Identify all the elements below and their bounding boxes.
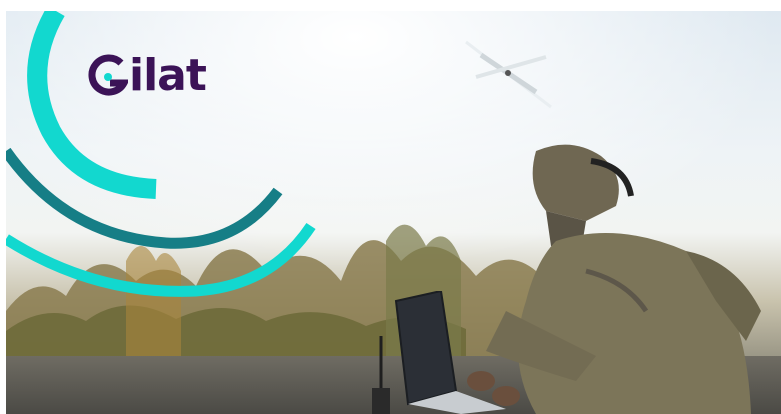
gilat-logo: ilat (88, 47, 207, 105)
logo-wordmark: ilat (129, 50, 207, 101)
drone-icon (465, 40, 552, 109)
laptop-icon (394, 291, 506, 414)
hero-banner: ilat (6, 11, 781, 414)
logo-g-mark-icon (88, 54, 128, 96)
radio-antenna-icon (372, 336, 390, 414)
